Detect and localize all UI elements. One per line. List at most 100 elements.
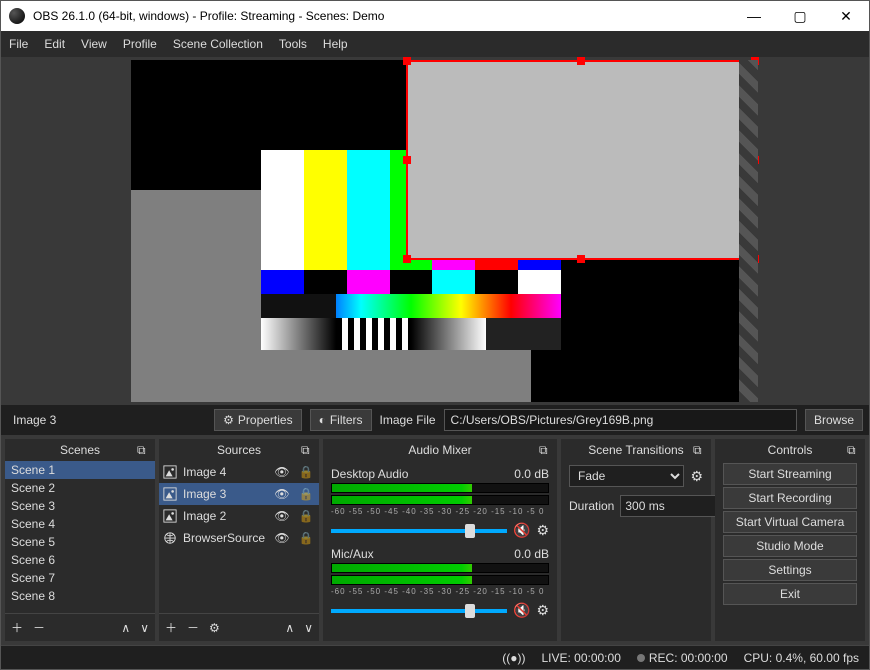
- channel-settings-button[interactable]: ⚙: [536, 522, 549, 539]
- lock-toggle[interactable]: 🔒: [297, 531, 315, 545]
- volume-slider[interactable]: [331, 529, 507, 533]
- scene-item[interactable]: Scene 3: [5, 497, 155, 515]
- channel-settings-button[interactable]: ⚙: [536, 602, 549, 619]
- channel-level: 0.0 dB: [514, 547, 549, 561]
- control-button[interactable]: Start Streaming: [723, 463, 857, 485]
- popout-icon[interactable]: ⧉: [693, 443, 707, 457]
- meter-ticks: -60 -55 -50 -45 -40 -35 -30 -25 -20 -15 …: [331, 507, 549, 516]
- mixer-channel: Mic/Aux 0.0 dB -60 -55 -50 -45 -40 -35 -30…: [323, 543, 557, 623]
- scene-item[interactable]: Scene 8: [5, 587, 155, 605]
- move-scene-up-button[interactable]: ∧: [121, 621, 130, 635]
- menu-view[interactable]: View: [81, 37, 107, 51]
- source-item[interactable]: Image 4 👁 🔒: [159, 461, 319, 483]
- globe-icon: [163, 531, 177, 545]
- preview-overflow-hatch: [739, 60, 758, 402]
- popout-icon[interactable]: ⧉: [847, 443, 861, 457]
- minimize-button[interactable]: —: [731, 1, 777, 31]
- close-button[interactable]: ✕: [823, 1, 869, 31]
- broadcast-icon: ((●)): [502, 651, 525, 665]
- source-item[interactable]: Image 3 👁 🔒: [159, 483, 319, 505]
- visibility-toggle[interactable]: 👁: [273, 465, 291, 479]
- menu-tools[interactable]: Tools: [279, 37, 307, 51]
- channel-name: Mic/Aux: [331, 547, 374, 561]
- preview-source-image3-selected[interactable]: [406, 60, 756, 260]
- scene-item[interactable]: Scene 6: [5, 551, 155, 569]
- app-icon: [9, 8, 25, 24]
- audio-mixer-panel: Audio Mixer ⧉ Desktop Audio0.0 dB-60 -55…: [323, 439, 557, 641]
- move-source-up-button[interactable]: ∧: [285, 621, 294, 635]
- scene-item[interactable]: Scene 4: [5, 515, 155, 533]
- menu-scene-collection[interactable]: Scene Collection: [173, 37, 263, 51]
- properties-button[interactable]: ⚙Properties: [214, 409, 301, 431]
- image-file-path-input[interactable]: C:/Users/OBS/Pictures/Grey169B.png: [444, 409, 797, 431]
- scene-item[interactable]: Scene 2: [5, 479, 155, 497]
- preview-canvas[interactable]: [131, 60, 739, 402]
- maximize-button[interactable]: ▢: [777, 1, 823, 31]
- lock-toggle[interactable]: 🔒: [297, 487, 315, 501]
- status-cpu: CPU: 0.4%, 60.00 fps: [744, 651, 859, 665]
- menu-profile[interactable]: Profile: [123, 37, 157, 51]
- move-source-down-button[interactable]: ∨: [304, 621, 313, 635]
- move-scene-down-button[interactable]: ∨: [140, 621, 149, 635]
- control-button[interactable]: Exit: [723, 583, 857, 605]
- visibility-toggle[interactable]: 👁: [273, 531, 291, 545]
- transitions-panel: Scene Transitions ⧉ Fade ⚙ Duration ▲▼: [561, 439, 711, 641]
- mixer-list: Desktop Audio0.0 dB-60 -55 -50 -45 -40 -…: [323, 461, 557, 641]
- popout-icon[interactable]: ⧉: [137, 443, 151, 457]
- controls-list: Start StreamingStart RecordingStart Virt…: [715, 461, 865, 607]
- preview-area[interactable]: [1, 57, 869, 405]
- remove-source-button[interactable]: －: [187, 619, 199, 636]
- source-item[interactable]: BrowserSource👁🔒: [159, 527, 319, 549]
- transition-settings-button[interactable]: ⚙: [690, 468, 703, 485]
- image-icon: [163, 487, 177, 501]
- source-name: Image 2: [183, 509, 267, 523]
- menu-edit[interactable]: Edit: [44, 37, 65, 51]
- mixer-channel: Desktop Audio0.0 dB-60 -55 -50 -45 -40 -…: [323, 463, 557, 543]
- visibility-toggle[interactable]: 👁: [273, 487, 291, 501]
- mute-button[interactable]: 🔇: [513, 602, 530, 619]
- control-button[interactable]: Start Recording: [723, 487, 857, 509]
- menu-file[interactable]: File: [9, 37, 28, 51]
- popout-icon[interactable]: ⧉: [539, 443, 553, 457]
- visibility-toggle[interactable]: 👁: [273, 509, 291, 523]
- image-icon: [163, 509, 177, 523]
- browse-button[interactable]: Browse: [805, 409, 863, 431]
- source-properties-button[interactable]: ⚙: [209, 621, 220, 635]
- source-name: Image 4: [183, 465, 267, 479]
- scene-item[interactable]: Scene 7: [5, 569, 155, 587]
- scenes-panel: Scenes ⧉ Scene 1Scene 2Scene 3Scene 4Sce…: [5, 439, 155, 641]
- titlebar: OBS 26.1.0 (64-bit, windows) - Profile: …: [1, 1, 869, 31]
- scenes-list[interactable]: Scene 1Scene 2Scene 3Scene 4Scene 5Scene…: [5, 461, 155, 613]
- window-title: OBS 26.1.0 (64-bit, windows) - Profile: …: [33, 9, 731, 23]
- scene-item[interactable]: Scene 1: [5, 461, 155, 479]
- transitions-header: Scene Transitions ⧉: [561, 439, 711, 461]
- image-file-label: Image File: [380, 413, 436, 427]
- mute-button[interactable]: 🔇: [513, 522, 530, 539]
- lock-toggle[interactable]: 🔒: [297, 509, 315, 523]
- app-window: OBS 26.1.0 (64-bit, windows) - Profile: …: [0, 0, 870, 670]
- popout-icon[interactable]: ⧉: [301, 443, 315, 457]
- add-source-button[interactable]: ＋: [165, 619, 177, 636]
- image-icon: [163, 465, 177, 479]
- volume-slider[interactable]: [331, 609, 507, 613]
- transition-type-select[interactable]: Fade: [569, 465, 684, 487]
- level-meter: [331, 563, 549, 573]
- source-item[interactable]: Image 2 👁 🔒: [159, 505, 319, 527]
- filters-button[interactable]: ◐Filters: [310, 409, 372, 431]
- scene-item[interactable]: Scene 5: [5, 533, 155, 551]
- sources-toolbar: ＋ － ⚙ ∧ ∨: [159, 613, 319, 641]
- gear-icon: ⚙: [223, 413, 234, 427]
- control-button[interactable]: Settings: [723, 559, 857, 581]
- add-scene-button[interactable]: ＋: [11, 619, 23, 636]
- menu-help[interactable]: Help: [323, 37, 348, 51]
- statusbar: ((●)) LIVE: 00:00:00 REC: 00:00:00 CPU: …: [1, 645, 869, 669]
- remove-scene-button[interactable]: －: [33, 619, 45, 636]
- context-source-name: Image 3: [7, 413, 62, 427]
- control-button[interactable]: Start Virtual Camera: [723, 511, 857, 533]
- control-button[interactable]: Studio Mode: [723, 535, 857, 557]
- lock-toggle[interactable]: 🔒: [297, 465, 315, 479]
- sources-list[interactable]: Image 4👁🔒Image 3👁🔒Image 2👁🔒BrowserSource…: [159, 461, 319, 613]
- source-name: Image 3: [183, 487, 267, 501]
- meter-ticks: -60 -55 -50 -45 -40 -35 -30 -25 -20 -15 …: [331, 587, 549, 596]
- scenes-header: Scenes ⧉: [5, 439, 155, 461]
